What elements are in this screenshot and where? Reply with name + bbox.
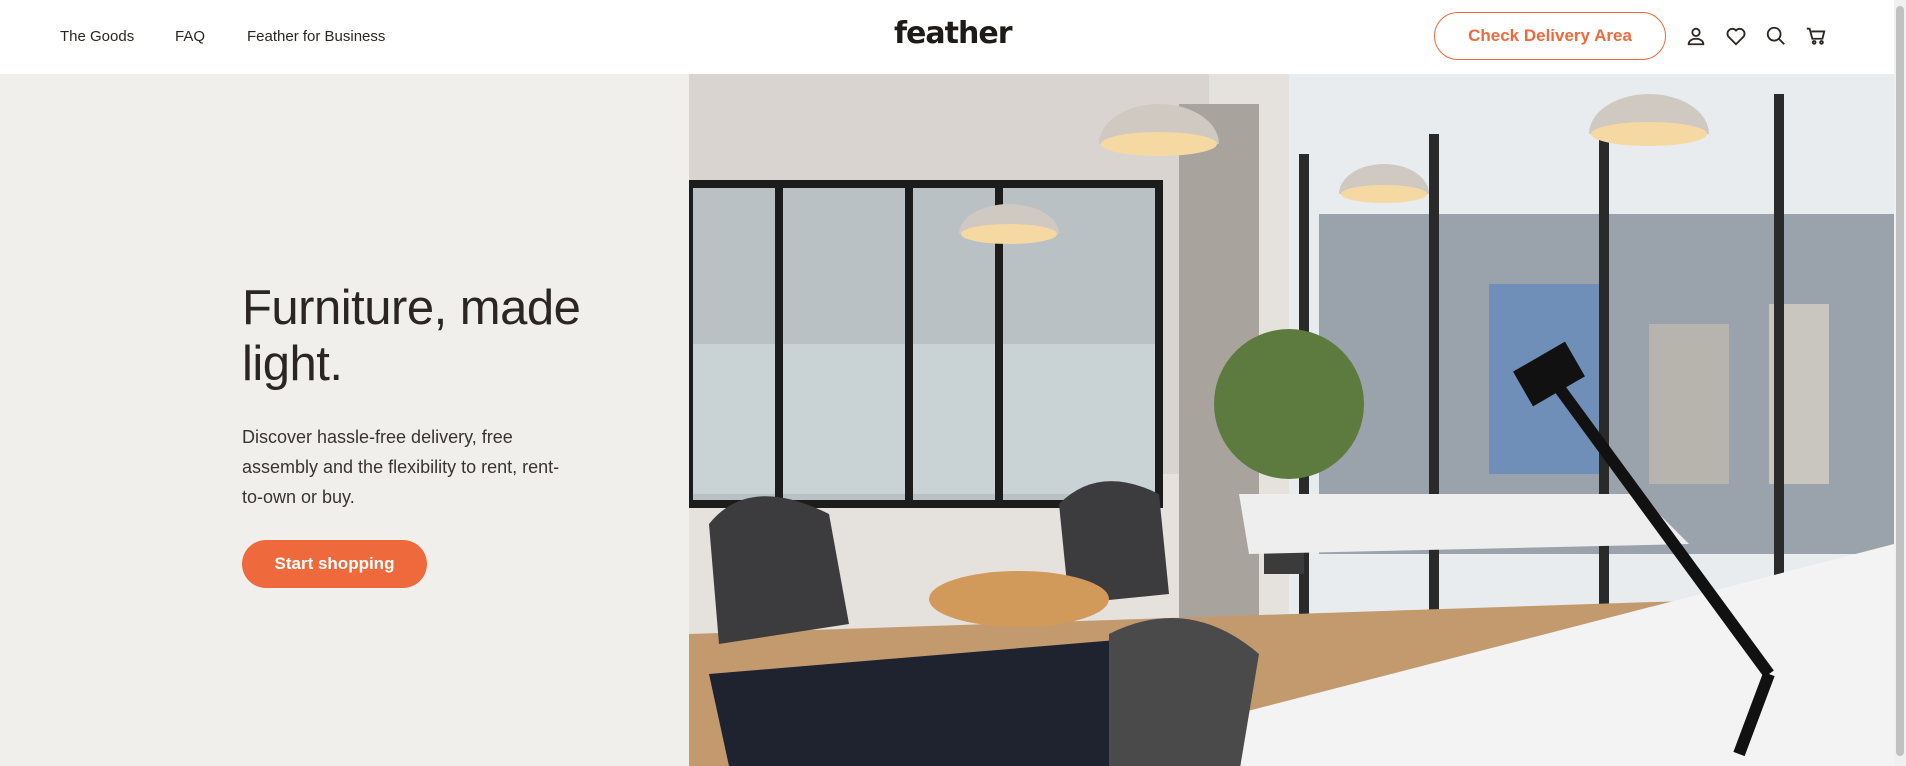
search-icon[interactable]	[1764, 24, 1788, 48]
heart-icon[interactable]	[1724, 24, 1748, 48]
start-shopping-button[interactable]: Start shopping	[242, 540, 427, 588]
site-header: The Goods FAQ Feather for Business feath…	[0, 0, 1894, 74]
nav-link-feather-for-business[interactable]: Feather for Business	[247, 28, 385, 45]
scrollbar-thumb[interactable]	[1896, 6, 1904, 756]
account-icon[interactable]	[1684, 24, 1708, 48]
hero-text-panel	[0, 74, 689, 766]
cart-icon[interactable]	[1804, 24, 1828, 48]
nav-link-faq[interactable]: FAQ	[175, 28, 205, 45]
feather-logo[interactable]: feather	[894, 16, 1012, 51]
nav-link-the-goods[interactable]: The Goods	[60, 28, 134, 45]
hero-title: Furniture, made light.	[242, 281, 581, 391]
hero-subtitle: Discover hassle-free delivery, free asse…	[242, 427, 560, 507]
hero-office-photo	[689, 74, 1894, 766]
check-delivery-area-button[interactable]: Check Delivery Area	[1434, 12, 1666, 60]
page-scrollbar[interactable]	[1894, 0, 1906, 766]
